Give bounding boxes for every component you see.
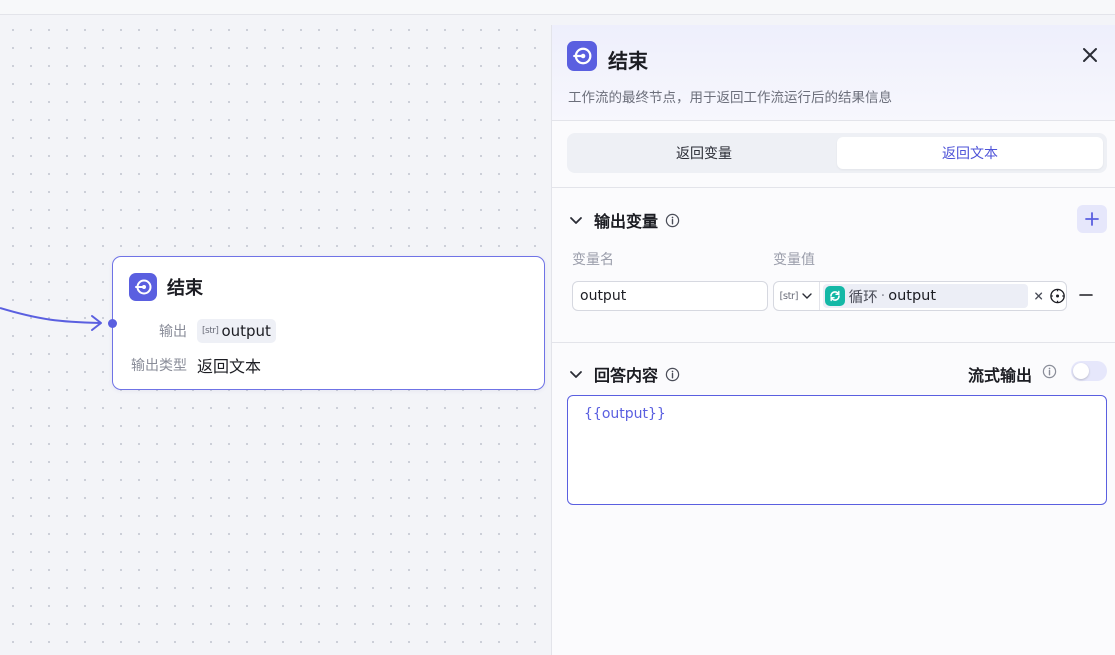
target-select-icon[interactable] [1049, 287, 1066, 305]
reference-separator: · [880, 288, 886, 304]
tab-return-text[interactable]: 返回文本 [837, 137, 1103, 169]
node-input-handle[interactable] [108, 319, 117, 328]
node-output-pill: [str] output [197, 319, 276, 343]
panel-header: 结束 工作流的最终节点，用于返回工作流运行后的结果信息 [552, 25, 1115, 120]
answer-content-editor[interactable]: {{output}} [567, 395, 1107, 505]
variable-value-column-label: 变量值 [773, 252, 815, 268]
stream-output-toggle[interactable] [1071, 361, 1107, 381]
top-toolbar-strip [0, 0, 1115, 15]
node-output-value: output [221, 322, 271, 340]
stream-output-label: 流式输出 [968, 366, 1033, 385]
variable-reference-chip[interactable]: 循环 · output [822, 284, 1028, 308]
chevron-down-icon[interactable] [568, 366, 584, 382]
reference-node-name: 循环 [848, 289, 878, 306]
clear-icon[interactable] [1032, 289, 1045, 303]
end-node-icon [129, 273, 157, 301]
str-type-icon: [str] [202, 326, 219, 336]
node-output-type-value: 返回文本 [197, 357, 262, 376]
node-title: 结束 [167, 278, 203, 299]
output-section-title: 输出变量 [594, 212, 659, 231]
output-section-header[interactable]: 输出变量 [568, 208, 680, 232]
node-config-panel: 结束 工作流的最终节点，用于返回工作流运行后的结果信息 返回变量 返回文本 输出… [551, 25, 1115, 655]
chevron-down-icon[interactable] [568, 212, 584, 228]
divider [552, 120, 1115, 121]
add-variable-button[interactable] [1077, 205, 1107, 233]
connection-edge [0, 307, 102, 331]
answer-section-header[interactable]: 回答内容 [568, 362, 680, 386]
node-output-label: 输出 [159, 324, 187, 340]
plus-icon [1085, 212, 1099, 226]
return-mode-tabs: 返回变量 返回文本 [567, 133, 1107, 173]
end-node[interactable]: 结束 输出 [str] output 输出类型 返回文本 [108, 256, 545, 390]
info-icon[interactable] [1042, 364, 1057, 379]
chevron-down-icon [802, 293, 812, 299]
variable-value-selector[interactable]: [str] 循环 · output [773, 281, 1067, 311]
divider [552, 187, 1115, 188]
panel-title: 结束 [608, 49, 648, 73]
tab-return-variable[interactable]: 返回变量 [571, 137, 837, 169]
loop-icon [824, 286, 845, 306]
end-node-icon [567, 41, 597, 71]
variable-name-input[interactable] [572, 281, 768, 311]
remove-variable-icon[interactable] [1078, 287, 1094, 303]
workflow-canvas[interactable]: 结束 输出 [str] output 输出类型 返回文本 [0, 15, 551, 655]
toggle-knob [1073, 363, 1089, 379]
reference-variable-name: output [888, 288, 937, 304]
info-icon[interactable] [665, 213, 680, 228]
info-icon[interactable] [665, 367, 680, 382]
answer-section-title: 回答内容 [594, 366, 659, 385]
node-output-type-label: 输出类型 [131, 358, 187, 374]
divider [552, 342, 1115, 343]
close-icon[interactable] [1080, 45, 1100, 65]
panel-description: 工作流的最终节点，用于返回工作流运行后的结果信息 [568, 90, 892, 106]
str-type-icon: [str] [779, 290, 799, 302]
variable-type-select[interactable]: [str] [774, 282, 820, 310]
variable-name-column-label: 变量名 [572, 252, 614, 268]
